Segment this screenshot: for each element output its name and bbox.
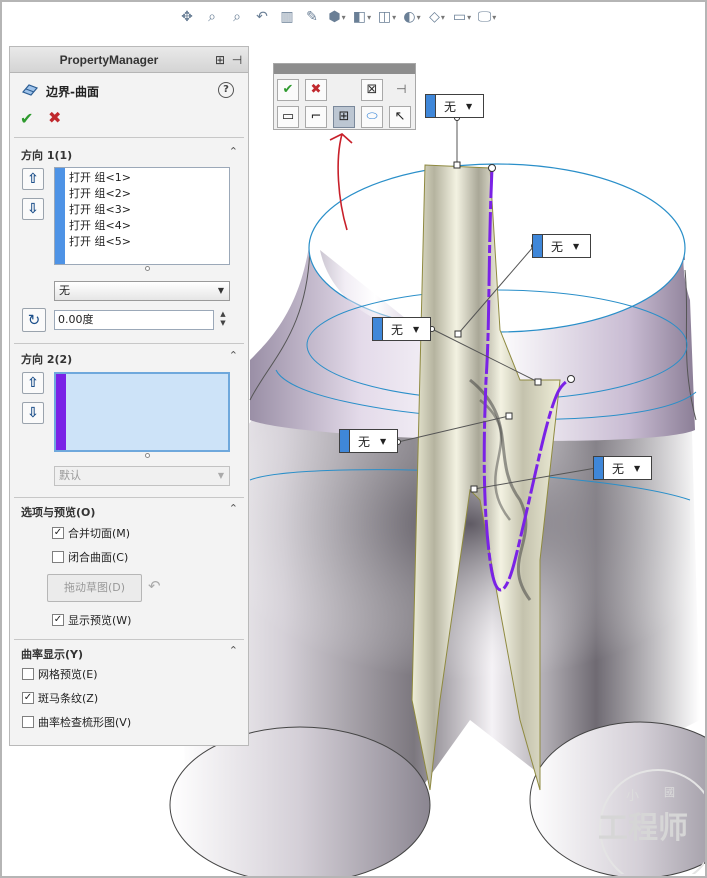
screenshot-frame bbox=[0, 0, 707, 878]
